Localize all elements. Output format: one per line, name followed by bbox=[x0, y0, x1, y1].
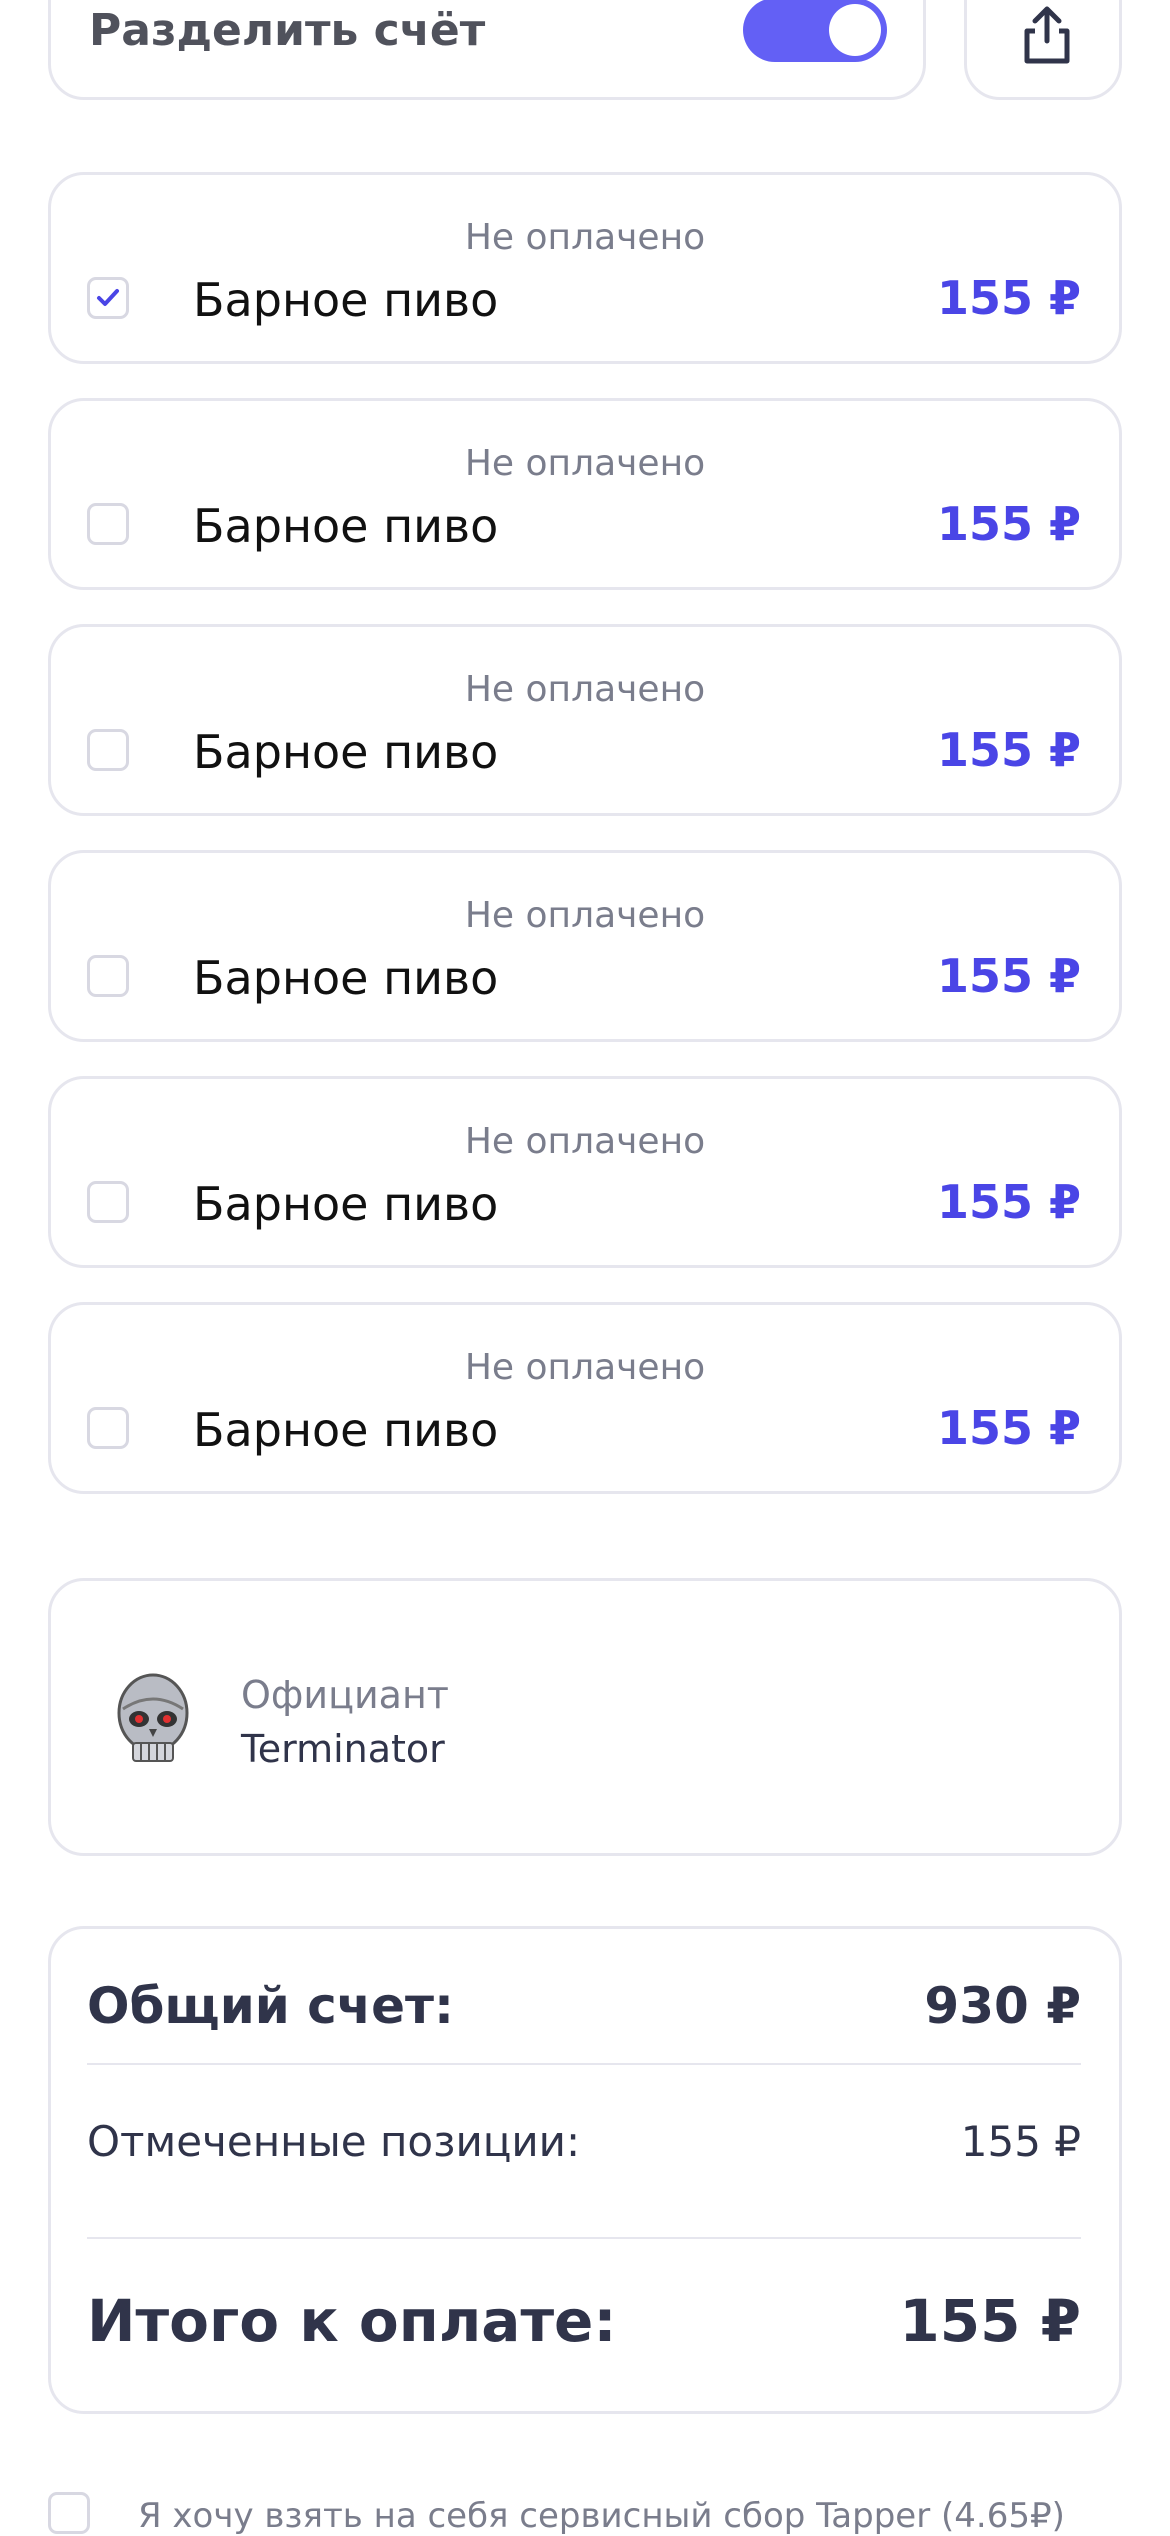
service-fee-label[interactable]: Я хочу взять на себя сервисный сбор Tapp… bbox=[138, 2496, 1065, 2536]
split-bill-label: Разделить счёт bbox=[89, 5, 486, 56]
marked-value: 155 ₽ bbox=[960, 2117, 1081, 2166]
divider bbox=[87, 2237, 1081, 2239]
item-name: Барное пиво bbox=[193, 1403, 499, 1457]
list-item[interactable]: Не оплачено Барное пиво 155 ₽ bbox=[48, 172, 1122, 364]
item-checkbox[interactable] bbox=[87, 277, 129, 319]
item-name: Барное пиво bbox=[193, 951, 499, 1005]
item-name: Барное пиво bbox=[193, 725, 499, 779]
waiter-name: Terminator bbox=[241, 1727, 445, 1771]
item-price: 155 ₽ bbox=[936, 949, 1081, 1003]
split-bill-card: Разделить счёт bbox=[48, 0, 926, 100]
item-name: Барное пиво bbox=[193, 1177, 499, 1231]
item-status: Не оплачено bbox=[464, 1121, 706, 1162]
share-button[interactable] bbox=[964, 0, 1122, 100]
item-price: 155 ₽ bbox=[936, 497, 1081, 551]
item-price: 155 ₽ bbox=[936, 271, 1081, 325]
check-icon bbox=[97, 289, 119, 306]
item-price: 155 ₽ bbox=[936, 723, 1081, 777]
split-bill-toggle[interactable] bbox=[743, 0, 887, 62]
divider bbox=[87, 2063, 1081, 2065]
list-item[interactable]: Не оплачено Барное пиво 155 ₽ bbox=[48, 1076, 1122, 1268]
item-checkbox[interactable] bbox=[87, 955, 129, 997]
item-name: Барное пиво bbox=[193, 499, 499, 553]
marked-label: Отмеченные позиции: bbox=[87, 2117, 581, 2166]
list-item[interactable]: Не оплачено Барное пиво 155 ₽ bbox=[48, 1302, 1122, 1494]
item-status: Не оплачено bbox=[464, 895, 706, 936]
pay-value: 155 ₽ bbox=[899, 2287, 1081, 2355]
list-item[interactable]: Не оплачено Барное пиво 155 ₽ bbox=[48, 624, 1122, 816]
item-checkbox[interactable] bbox=[87, 729, 129, 771]
share-icon bbox=[1024, 6, 1070, 64]
item-status: Не оплачено bbox=[464, 443, 706, 484]
service-fee-checkbox[interactable] bbox=[48, 2492, 90, 2534]
waiter-role: Официант bbox=[241, 1673, 449, 1717]
item-checkbox[interactable] bbox=[87, 1407, 129, 1449]
item-price: 155 ₽ bbox=[936, 1401, 1081, 1455]
total-label: Общий счет: bbox=[87, 1977, 455, 2035]
item-status: Не оплачено bbox=[464, 1347, 706, 1388]
toggle-knob bbox=[829, 4, 881, 56]
item-name: Барное пиво bbox=[193, 273, 499, 327]
list-item[interactable]: Не оплачено Барное пиво 155 ₽ bbox=[48, 398, 1122, 590]
waiter-card: Официант Terminator bbox=[48, 1578, 1122, 1856]
list-item[interactable]: Не оплачено Барное пиво 155 ₽ bbox=[48, 850, 1122, 1042]
totals-card: Общий счет: 930 ₽ Отмеченные позиции: 15… bbox=[48, 1926, 1122, 2414]
item-status: Не оплачено bbox=[464, 669, 706, 710]
item-checkbox[interactable] bbox=[87, 503, 129, 545]
item-status: Не оплачено bbox=[464, 217, 706, 258]
avatar bbox=[117, 1673, 189, 1762]
item-price: 155 ₽ bbox=[936, 1175, 1081, 1229]
item-checkbox[interactable] bbox=[87, 1181, 129, 1223]
pay-label: Итого к оплате: bbox=[87, 2287, 617, 2355]
total-value: 930 ₽ bbox=[924, 1977, 1081, 2035]
